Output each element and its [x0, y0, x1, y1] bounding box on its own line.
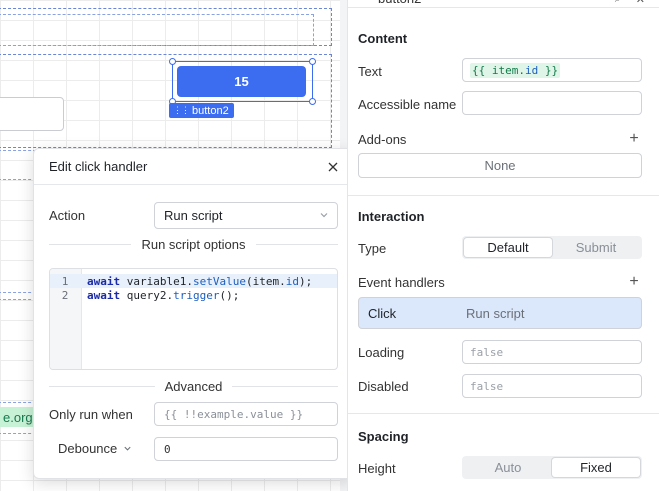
canvas-link-text: e.org	[0, 407, 36, 427]
height-segmented-control: Auto Fixed	[462, 456, 642, 479]
add-addon-icon[interactable]: +	[627, 131, 641, 147]
code-line-2[interactable]: 2 await query2.trigger();	[50, 288, 337, 302]
code-line-text: await variable1.setValue(item.id);	[87, 274, 313, 288]
text-input-value: {{ item.id }}	[470, 62, 561, 78]
edit-click-handler-popover: Edit click handler Action Run script Run…	[33, 148, 353, 479]
line-number: 2	[61, 288, 69, 302]
type-option-submit[interactable]: Submit	[552, 238, 640, 257]
addons-label: Add-ons	[358, 132, 407, 147]
run-script-options-heading: Run script options	[141, 236, 246, 252]
text-input[interactable]: {{ item.id }}	[462, 58, 642, 82]
action-label: Action	[49, 208, 86, 223]
content-section-title[interactable]: Content	[358, 31, 407, 46]
debounce-label: Debounce	[58, 441, 118, 456]
run-script-options-divider: Run script options	[49, 236, 338, 252]
line-number: 1	[61, 274, 69, 288]
height-option-fixed[interactable]: Fixed	[552, 458, 640, 477]
resize-handle-br[interactable]	[309, 98, 316, 105]
chevron-down-icon	[320, 213, 328, 218]
handler-event: Click	[368, 305, 397, 321]
popover-title: Edit click handler	[49, 159, 148, 174]
canvas-text-input[interactable]	[0, 97, 64, 131]
event-handler-row[interactable]: Click Run script	[358, 297, 642, 329]
height-label: Height	[358, 461, 396, 476]
debounce-input[interactable]: 0	[154, 437, 338, 461]
inspector-component-name[interactable]: button2	[378, 0, 421, 6]
advanced-heading: Advanced	[164, 378, 223, 394]
type-option-default[interactable]: Default	[464, 238, 552, 257]
section-divider	[348, 195, 659, 196]
search-icon[interactable]: ⌕	[615, 0, 621, 6]
inspector-header: button2 ⌕ ✕	[348, 0, 659, 8]
drag-grip-icon[interactable]: ⋮⋮	[173, 105, 190, 116]
script-code-editor[interactable]: 1 await variable1.setValue(item.id); 2 a…	[49, 268, 338, 370]
canvas-button-label: 15	[234, 74, 249, 89]
accessible-name-label: Accessible name	[358, 97, 457, 112]
advanced-divider: Advanced	[49, 378, 339, 394]
type-label: Type	[358, 241, 387, 256]
code-line-text: await query2.trigger();	[87, 288, 240, 302]
action-select[interactable]: Run script	[154, 202, 338, 229]
disabled-label: Disabled	[358, 379, 409, 394]
code-line-1[interactable]: 1 await variable1.setValue(item.id);	[50, 274, 337, 288]
inspector-panel: button2 ⌕ ✕ Content Text {{ item.id }} A…	[347, 0, 659, 491]
handler-action: Run script	[466, 305, 525, 321]
action-select-value: Run script	[164, 208, 223, 223]
chevron-down-icon	[124, 446, 131, 451]
section-divider	[348, 413, 659, 414]
debounce-dropdown[interactable]: Debounce	[58, 441, 132, 456]
disabled-input[interactable]: false	[462, 374, 642, 398]
close-icon[interactable]	[324, 158, 342, 176]
text-label: Text	[358, 64, 382, 79]
resize-handle-tr[interactable]	[309, 58, 316, 65]
close-icon[interactable]: ✕	[636, 0, 645, 6]
container-inner-outline	[0, 14, 314, 46]
component-name-text: button2	[192, 104, 229, 117]
height-option-auto[interactable]: Auto	[464, 458, 552, 477]
add-event-handler-icon[interactable]: +	[627, 274, 641, 290]
component-name-tag[interactable]: ⋮⋮ button2	[169, 103, 234, 118]
accessible-name-input[interactable]	[462, 91, 642, 115]
resize-handle-tl[interactable]	[169, 58, 176, 65]
type-segmented-control: Default Submit	[462, 236, 642, 259]
canvas-button2[interactable]: 15	[177, 66, 306, 97]
event-handlers-label: Event handlers	[358, 275, 445, 290]
loading-input[interactable]: false	[462, 340, 642, 364]
popover-header: Edit click handler	[34, 149, 352, 185]
interaction-section-title[interactable]: Interaction	[358, 209, 424, 224]
only-run-when-label: Only run when	[49, 407, 133, 422]
only-run-when-input[interactable]: {{ !!example.value }}	[154, 402, 338, 426]
addons-none-button[interactable]: None	[358, 153, 642, 178]
spacing-section-title[interactable]: Spacing	[358, 429, 409, 444]
loading-label: Loading	[358, 345, 405, 360]
